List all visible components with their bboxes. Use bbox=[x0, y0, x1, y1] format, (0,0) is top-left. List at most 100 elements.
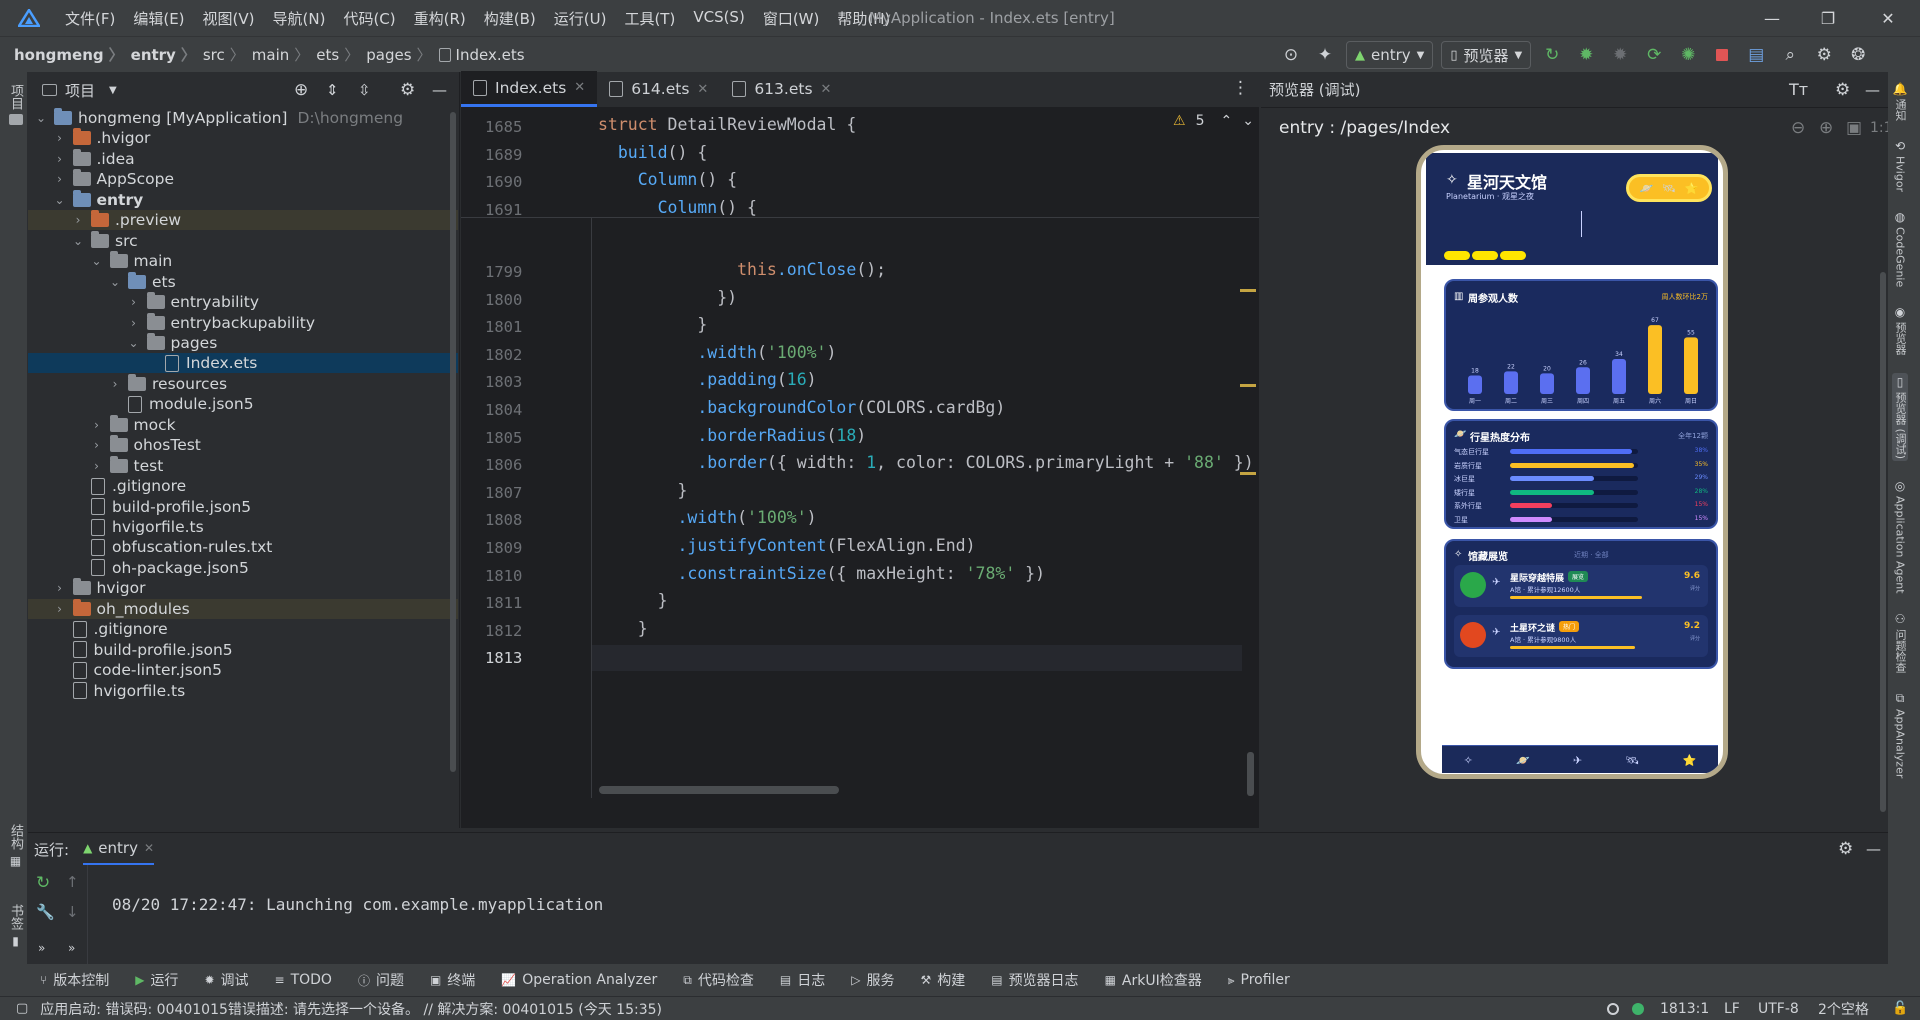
tree-item[interactable]: Index.ets bbox=[28, 353, 458, 374]
editor-tab[interactable]: 613.ets ✕ bbox=[720, 71, 843, 107]
settings-icon[interactable]: ⚙ bbox=[1811, 42, 1837, 68]
project-panel-title[interactable]: 项目 bbox=[65, 80, 95, 101]
chevron-right-icon[interactable]: › bbox=[53, 172, 67, 186]
run-config-select[interactable]: ▲ entry ▼ bbox=[1346, 41, 1434, 69]
tree-item[interactable]: ⌄ main bbox=[28, 251, 458, 271]
rerun-icon[interactable]: ↻ bbox=[36, 873, 50, 893]
tree-item[interactable]: › mock bbox=[28, 414, 458, 435]
chevron-right-icon[interactable]: › bbox=[71, 213, 85, 227]
sticky-code-line[interactable]: struct DetailReviewModal { bbox=[598, 115, 856, 134]
chevron-right-icon[interactable]: › bbox=[90, 438, 104, 452]
right-tool-button[interactable]: 🔔 通知 bbox=[1892, 82, 1908, 121]
hide-panel-icon[interactable]: — bbox=[1865, 81, 1880, 99]
code-line[interactable]: .padding(16) bbox=[598, 370, 816, 389]
chevron-right-icon[interactable]: › bbox=[108, 377, 122, 391]
gear-icon[interactable]: ⚙ bbox=[1838, 839, 1853, 859]
tree-item[interactable]: › .preview bbox=[28, 210, 458, 231]
close-icon[interactable]: ✕ bbox=[574, 80, 585, 95]
tree-item[interactable]: › entryability bbox=[28, 292, 458, 312]
file-encoding[interactable]: UTF-8 bbox=[1758, 1001, 1799, 1017]
right-tool-button[interactable]: ◎ Application Agent bbox=[1894, 479, 1907, 594]
tool-window-button[interactable]: ⓘ 问题 bbox=[358, 970, 404, 990]
scroll-up-icon[interactable]: ↑ bbox=[66, 873, 79, 891]
tool-window-button[interactable]: ▤ 预览器日志 bbox=[991, 970, 1078, 990]
breadcrumb-item[interactable]: Index.ets bbox=[438, 46, 525, 64]
hide-panel-icon[interactable]: — bbox=[432, 81, 447, 99]
error-stripe-mark[interactable] bbox=[1240, 289, 1256, 292]
project-tool-button[interactable]: 项目 bbox=[6, 84, 25, 125]
tab-star-icon[interactable]: ⭐ bbox=[1683, 754, 1697, 767]
menu-item[interactable]: 导航(N) bbox=[264, 8, 335, 29]
tree-item[interactable]: build-profile.json5 bbox=[28, 640, 458, 660]
gear-icon[interactable]: ⚙ bbox=[1835, 80, 1850, 100]
tree-item[interactable]: hvigorfile.ts bbox=[28, 517, 458, 537]
code-line[interactable]: .width('100%') bbox=[598, 343, 836, 362]
code-line[interactable]: .backgroundColor(COLORS.cardBg) bbox=[598, 398, 1005, 417]
tree-item[interactable]: › entrybackupability bbox=[28, 312, 458, 333]
tab-satellite-icon[interactable]: 🛰 bbox=[1625, 754, 1639, 767]
chevron-down-icon[interactable]: ⌄ bbox=[90, 254, 104, 268]
chevron-right-icon[interactable]: › bbox=[90, 418, 104, 432]
tree-item[interactable]: ⌄ entry bbox=[28, 189, 458, 210]
code-line[interactable]: } bbox=[598, 315, 707, 334]
code-line[interactable]: .borderRadius(18) bbox=[598, 426, 866, 445]
expand-all-icon[interactable]: ⇕ bbox=[326, 81, 339, 99]
stop-icon[interactable] bbox=[1709, 42, 1735, 68]
sticky-code-line[interactable]: Column() { bbox=[598, 198, 757, 217]
tab-rocket-icon[interactable]: ✈ bbox=[1573, 754, 1582, 767]
tree-item[interactable]: .gitignore bbox=[28, 619, 458, 639]
tool-window-button[interactable]: ▣ 终端 bbox=[430, 970, 475, 990]
right-tool-button[interactable]: ◉ 预览器 bbox=[1892, 305, 1908, 355]
tree-item[interactable]: .gitignore bbox=[28, 476, 458, 496]
tool-window-button[interactable]: ⚒ 构建 bbox=[920, 970, 965, 990]
warning-indicator[interactable] bbox=[1607, 1002, 1619, 1015]
status-ok-indicator[interactable] bbox=[1632, 1002, 1644, 1015]
chevron-right-icon[interactable]: › bbox=[127, 316, 141, 330]
breadcrumb-item[interactable]: hongmeng 〉 bbox=[14, 44, 131, 65]
filter-chip[interactable] bbox=[1472, 251, 1498, 260]
tool-window-button[interactable]: ⫸ Profiler bbox=[1228, 972, 1290, 988]
tool-window-button[interactable]: 📈 Operation Analyzer bbox=[501, 972, 657, 988]
maximize-button[interactable]: ❐ bbox=[1800, 0, 1856, 36]
tree-item[interactable]: hvigorfile.ts bbox=[28, 681, 458, 701]
menu-item[interactable]: VCS(S) bbox=[684, 8, 753, 29]
right-tool-button[interactable]: ▯ 预览器 (调试) bbox=[1892, 373, 1908, 462]
menu-item[interactable]: 工具(T) bbox=[615, 8, 684, 29]
status-message[interactable]: 应用启动: 错误码: 00401015错误描述: 请先选择一个设备。 // 解决… bbox=[40, 999, 662, 1019]
attach-debugger-icon[interactable]: ✹ bbox=[1607, 42, 1633, 68]
editor-tab[interactable]: 614.ets ✕ bbox=[597, 71, 720, 107]
close-window-button[interactable]: ✕ bbox=[1860, 0, 1916, 36]
menu-item[interactable]: 窗口(W) bbox=[754, 8, 829, 29]
chevron-right-icon[interactable]: › bbox=[53, 131, 67, 145]
chevron-right-icon[interactable]: › bbox=[53, 602, 67, 616]
caret-position[interactable]: 1813:1 bbox=[1660, 1001, 1709, 1017]
code-line[interactable]: .width('100%') bbox=[598, 508, 816, 527]
code-line[interactable]: .constraintSize({ maxHeight: '78%' }) bbox=[598, 564, 1045, 583]
breadcrumb-item[interactable]: main 〉 bbox=[252, 44, 317, 65]
chevron-right-icon[interactable]: › bbox=[127, 295, 141, 309]
close-icon[interactable]: ✕ bbox=[697, 82, 708, 97]
code-line[interactable]: } bbox=[598, 619, 648, 638]
close-icon[interactable]: ✕ bbox=[144, 841, 154, 855]
minimize-button[interactable]: — bbox=[1744, 0, 1800, 36]
more-tabs-icon[interactable]: ⋮ bbox=[1232, 78, 1249, 98]
tree-item[interactable]: › oh_modules bbox=[28, 598, 458, 619]
device-select[interactable]: ▯ 预览器 ▼ bbox=[1441, 41, 1532, 69]
menu-item[interactable]: 构建(B) bbox=[475, 8, 545, 29]
tool-window-button[interactable]: ▦ ArkUI检查器 bbox=[1105, 970, 1202, 990]
editor-tab[interactable]: Index.ets ✕ bbox=[461, 71, 598, 107]
tool-window-button[interactable]: ▶ 运行 bbox=[135, 970, 178, 990]
tree-item[interactable]: › .hvigor bbox=[28, 128, 458, 148]
menu-item[interactable]: 视图(V) bbox=[194, 8, 264, 29]
tool-window-button[interactable]: ▷ 服务 bbox=[851, 970, 894, 990]
editor-horizontal-scrollbar[interactable] bbox=[599, 786, 839, 794]
tree-item[interactable]: › AppScope bbox=[28, 169, 458, 189]
code-line[interactable]: } bbox=[598, 481, 687, 500]
chevron-down-icon[interactable]: ⌄ bbox=[127, 336, 141, 350]
code-line[interactable]: .justifyContent(FlexAlign.End) bbox=[598, 536, 975, 555]
menu-item[interactable]: 运行(U) bbox=[545, 8, 616, 29]
lock-icon[interactable]: 🔓 bbox=[1892, 1001, 1908, 1016]
more-icon[interactable]: » bbox=[68, 941, 75, 955]
tree-item[interactable]: ⌄ src bbox=[28, 230, 458, 251]
breadcrumb-item[interactable]: ets 〉 bbox=[316, 44, 366, 65]
